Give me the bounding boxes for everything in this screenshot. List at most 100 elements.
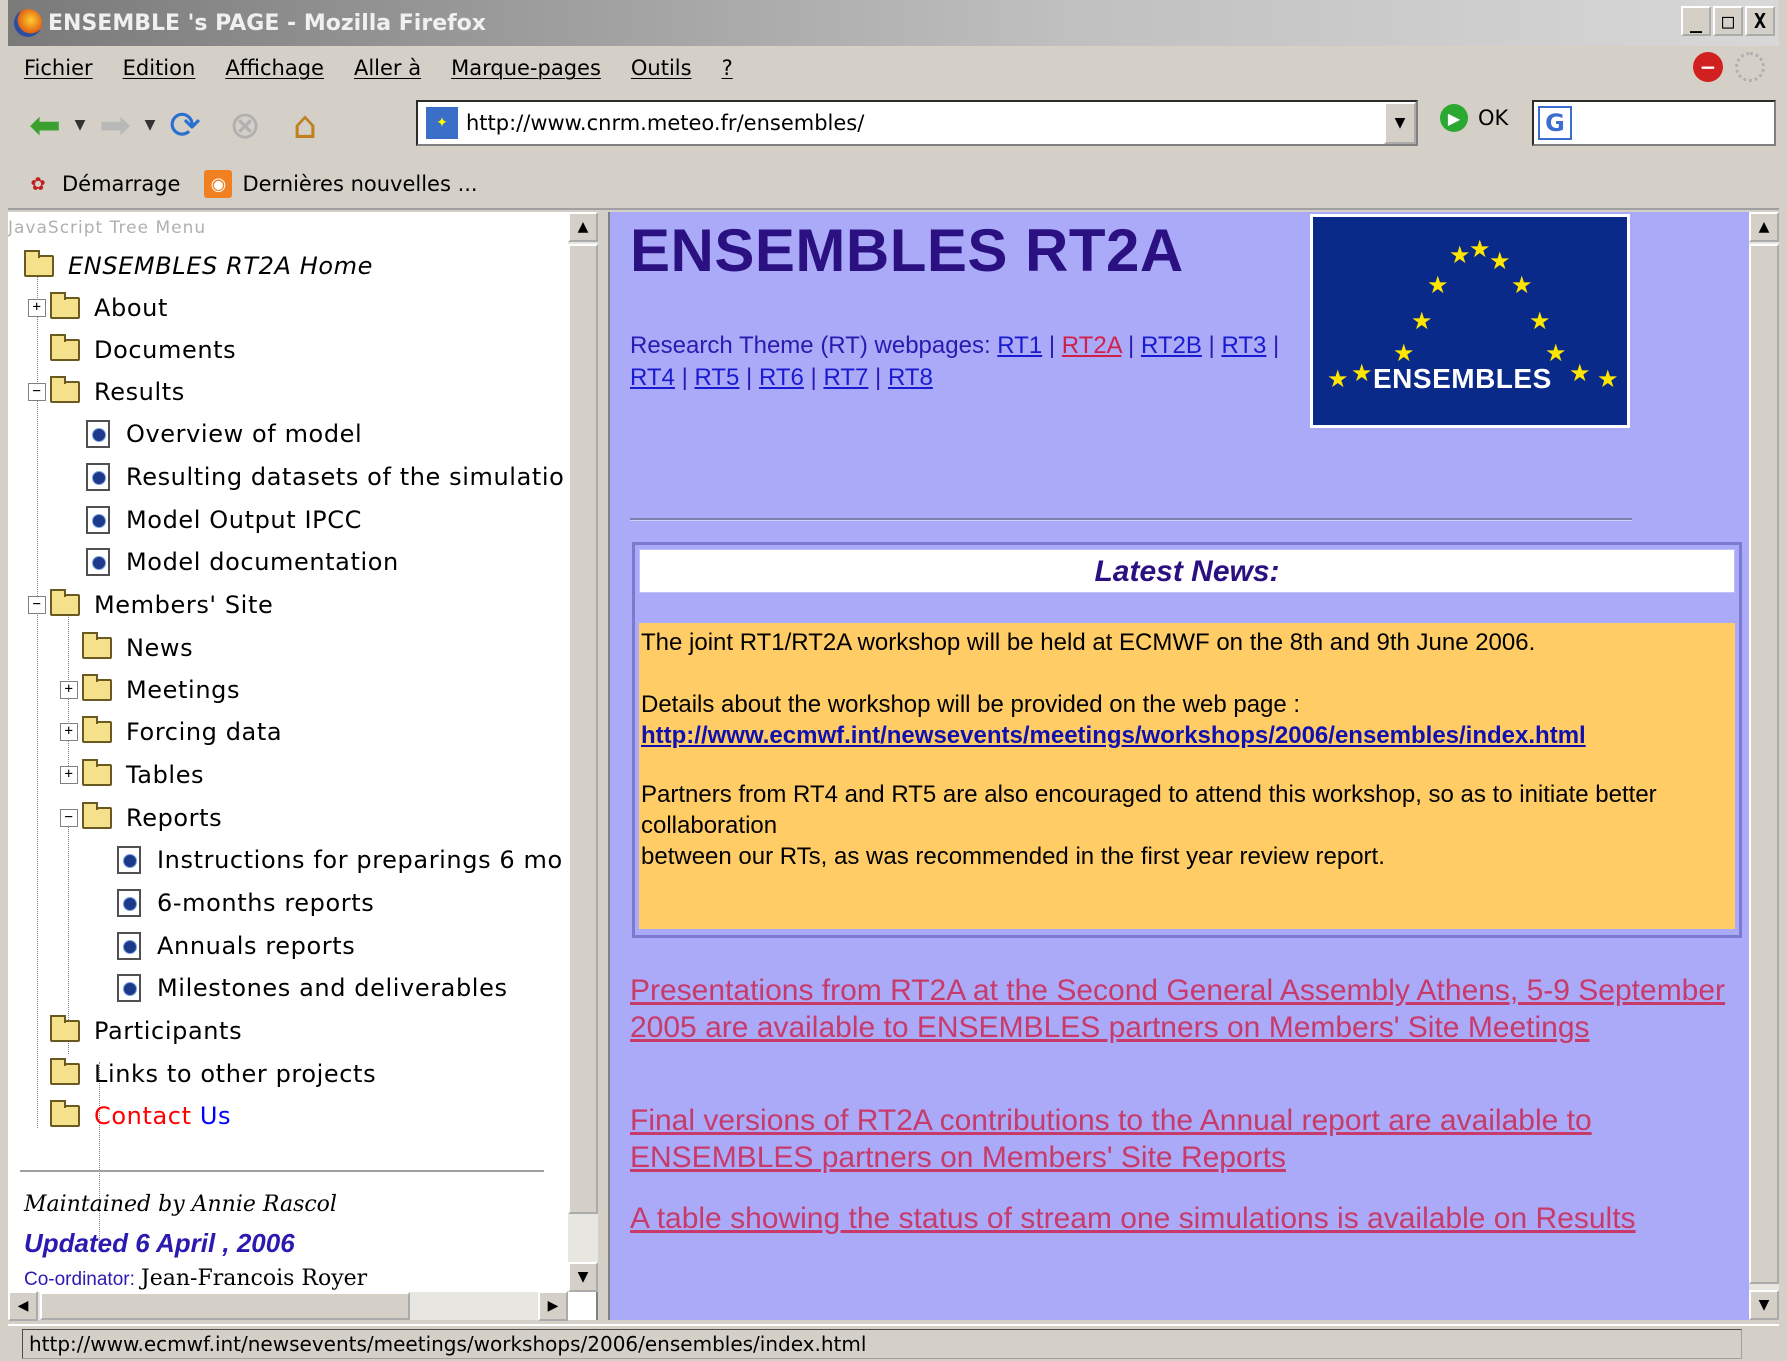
menu-outils[interactable]: Outils xyxy=(631,56,692,80)
expand-icon[interactable]: + xyxy=(28,299,46,317)
reload-icon[interactable]: ⟳ xyxy=(160,100,210,150)
tree-item-home[interactable]: ENSEMBLES RT2A Home xyxy=(24,246,373,286)
forward-arrow-icon[interactable]: ➡ xyxy=(90,100,140,150)
collapse-icon[interactable]: − xyxy=(60,809,78,827)
document-icon xyxy=(117,846,141,874)
collapse-icon[interactable]: − xyxy=(28,596,46,614)
tree-item-members-site[interactable]: − Members' Site xyxy=(28,585,273,625)
star-icon: ★ xyxy=(1411,307,1433,335)
link-presentations[interactable]: Presentations from RT2A at the Second Ge… xyxy=(630,972,1750,1046)
expand-icon[interactable]: + xyxy=(60,766,78,784)
menu-marque-pages[interactable]: Marque-pages xyxy=(451,56,601,80)
menu-help[interactable]: ? xyxy=(722,56,733,80)
tree-item-meetings[interactable]: + Meetings xyxy=(60,670,240,710)
tree-label: Resulting datasets of the simulatio xyxy=(126,463,565,491)
tree-item-6-months-reports[interactable]: 6-months reports xyxy=(117,883,374,923)
tree-item-model-doc[interactable]: Model documentation xyxy=(86,542,399,582)
expand-icon[interactable]: + xyxy=(60,723,78,741)
news-paragraph: Partners from RT4 and RT5 are also encou… xyxy=(641,781,1657,839)
menu-affichage[interactable]: Affichage xyxy=(225,56,324,80)
tree-item-links[interactable]: Links to other projects xyxy=(50,1054,376,1094)
address-bar[interactable]: ✦ http://www.cnrm.meteo.fr/ensembles/ ▼ xyxy=(416,100,1418,146)
menu-aller[interactable]: Aller à xyxy=(354,56,421,80)
folder-icon xyxy=(50,1100,80,1127)
forward-dropdown-icon[interactable]: ▼ xyxy=(140,117,160,133)
home-icon[interactable]: ⌂ xyxy=(280,100,330,150)
tree-item-annuals-reports[interactable]: Annuals reports xyxy=(117,926,355,966)
scroll-down-arrow-icon[interactable]: ▼ xyxy=(568,1262,598,1292)
link-stream-one-table[interactable]: A table showing the status of stream one… xyxy=(630,1200,1750,1237)
close-button[interactable]: X xyxy=(1745,6,1775,36)
tree-label: About xyxy=(94,294,168,322)
url-dropdown-icon[interactable]: ▼ xyxy=(1384,102,1416,144)
tree-item-forcing-data[interactable]: + Forcing data xyxy=(60,712,282,752)
link-rt6[interactable]: RT6 xyxy=(759,364,804,391)
link-rt5[interactable]: RT5 xyxy=(694,364,739,391)
tree-label: Participants xyxy=(94,1017,243,1045)
link-rt8[interactable]: RT8 xyxy=(888,364,933,391)
folder-open-icon xyxy=(50,376,80,403)
star-icon: ★ xyxy=(1351,359,1373,387)
go-button[interactable]: ▶ OK xyxy=(1440,104,1508,132)
tree-item-participants[interactable]: Participants xyxy=(50,1011,242,1051)
folder-open-icon xyxy=(24,250,54,277)
bookmark-demarrage[interactable]: ✿ Démarrage xyxy=(24,170,180,198)
coordinator-line: Co-ordinator: Jean-Francois Royer xyxy=(24,1266,367,1291)
scroll-up-arrow-icon[interactable]: ▲ xyxy=(1749,212,1779,242)
bookmark-dernieres-nouvelles[interactable]: ◉ Dernières nouvelles ... xyxy=(204,170,478,198)
collapse-icon[interactable]: − xyxy=(28,383,46,401)
search-box[interactable]: G xyxy=(1532,100,1776,146)
stop-icon[interactable]: ⊗ xyxy=(220,100,270,150)
folder-icon xyxy=(82,759,112,786)
link-rt4[interactable]: RT4 xyxy=(630,364,675,391)
document-icon xyxy=(86,506,110,534)
divider xyxy=(630,518,1632,521)
scroll-thumb[interactable] xyxy=(568,244,598,1214)
star-icon: ★ xyxy=(1469,235,1491,263)
back-dropdown-icon[interactable]: ▼ xyxy=(70,117,90,133)
back-arrow-icon[interactable]: ⬅ xyxy=(20,100,70,150)
star-icon: ★ xyxy=(1393,339,1415,367)
tree-item-milestones[interactable]: Milestones and deliverables xyxy=(117,968,508,1008)
main-vertical-scrollbar[interactable]: ▲ ▼ xyxy=(1749,212,1779,1320)
tree-item-ipcc[interactable]: Model Output IPCC xyxy=(86,500,362,540)
link-rt7[interactable]: RT7 xyxy=(823,364,868,391)
tree-item-about[interactable]: + About xyxy=(28,288,168,328)
link-rt1[interactable]: RT1 xyxy=(997,332,1042,359)
scroll-down-arrow-icon[interactable]: ▼ xyxy=(1749,1290,1779,1320)
scroll-thumb[interactable] xyxy=(1749,244,1779,1284)
tree-item-instructions[interactable]: Instructions for preparings 6 mo xyxy=(117,840,563,880)
url-text[interactable]: http://www.cnrm.meteo.fr/ensembles/ xyxy=(466,111,864,135)
divider xyxy=(20,1170,544,1173)
google-search-icon[interactable]: G xyxy=(1538,106,1572,140)
tree-item-results[interactable]: − Results xyxy=(28,372,185,412)
rss-icon: ◉ xyxy=(204,170,233,198)
tree-item-news[interactable]: News xyxy=(82,628,193,668)
minimize-button[interactable]: _ xyxy=(1681,6,1711,36)
scroll-right-arrow-icon[interactable]: ▶ xyxy=(538,1291,568,1321)
workshop-link[interactable]: http://www.ecmwf.int/newsevents/meetings… xyxy=(641,722,1586,749)
link-annual-report[interactable]: Final versions of RT2A contributions to … xyxy=(630,1102,1750,1176)
scroll-left-arrow-icon[interactable]: ◀ xyxy=(8,1291,38,1321)
scroll-thumb[interactable] xyxy=(40,1292,410,1320)
link-rt2b[interactable]: RT2B xyxy=(1141,332,1202,359)
link-rt3[interactable]: RT3 xyxy=(1221,332,1266,359)
tree-item-contact-us[interactable]: Contact Us xyxy=(50,1096,231,1136)
tree-item-tables[interactable]: + Tables xyxy=(60,755,204,795)
news-body: The joint RT1/RT2A workshop will be held… xyxy=(639,623,1735,929)
tree-item-datasets[interactable]: Resulting datasets of the simulatio xyxy=(86,457,564,497)
tree-item-documents[interactable]: Documents xyxy=(50,330,236,370)
site-favicon-icon: ✦ xyxy=(426,107,458,139)
throbber-icon xyxy=(1735,52,1765,82)
link-rt2a[interactable]: RT2A xyxy=(1062,332,1122,359)
expand-icon[interactable]: + xyxy=(60,681,78,699)
maximize-button[interactable]: □ xyxy=(1713,6,1743,36)
tree-item-overview[interactable]: Overview of model xyxy=(86,414,362,454)
folder-icon xyxy=(50,1015,80,1042)
menu-edition[interactable]: Edition xyxy=(123,56,196,80)
scroll-up-arrow-icon[interactable]: ▲ xyxy=(568,212,598,242)
menu-fichier[interactable]: Fichier xyxy=(24,56,93,80)
left-vertical-scrollbar[interactable]: ▲ ▼ xyxy=(568,212,598,1292)
left-horizontal-scrollbar[interactable]: ◀ ▶ xyxy=(8,1291,568,1321)
tree-item-reports[interactable]: − Reports xyxy=(60,798,222,838)
